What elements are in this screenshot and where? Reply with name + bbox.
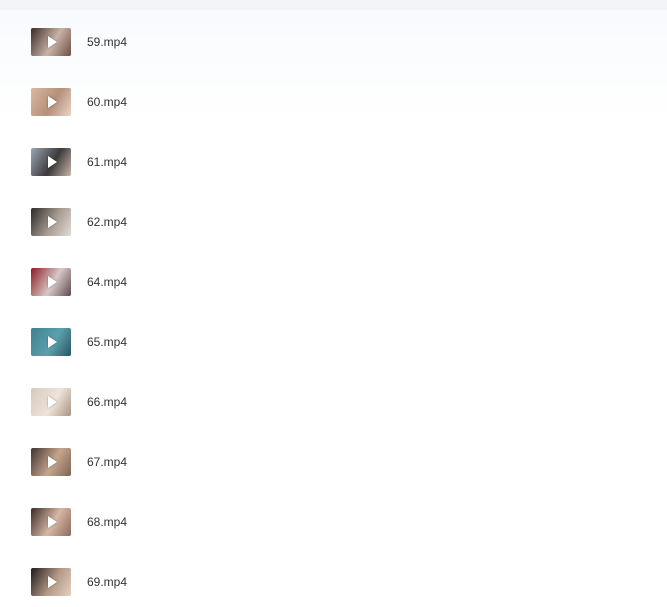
- file-name[interactable]: 69.mp4: [87, 575, 127, 589]
- video-thumbnail[interactable]: [31, 208, 71, 236]
- list-item[interactable]: 59.mp4: [0, 12, 667, 72]
- play-icon: [48, 216, 57, 228]
- list-item[interactable]: 60.mp4: [0, 72, 667, 132]
- file-name[interactable]: 68.mp4: [87, 515, 127, 529]
- video-thumbnail[interactable]: [31, 388, 71, 416]
- list-item[interactable]: 66.mp4: [0, 372, 667, 432]
- play-icon: [48, 96, 57, 108]
- file-name[interactable]: 60.mp4: [87, 95, 127, 109]
- file-name[interactable]: 62.mp4: [87, 215, 127, 229]
- video-thumbnail[interactable]: [31, 328, 71, 356]
- list-item[interactable]: 64.mp4: [0, 252, 667, 312]
- file-name[interactable]: 59.mp4: [87, 35, 127, 49]
- file-name[interactable]: 64.mp4: [87, 275, 127, 289]
- video-thumbnail[interactable]: [31, 268, 71, 296]
- video-thumbnail[interactable]: [31, 568, 71, 596]
- file-name[interactable]: 66.mp4: [87, 395, 127, 409]
- play-icon: [48, 36, 57, 48]
- video-thumbnail[interactable]: [31, 508, 71, 536]
- list-item[interactable]: 62.mp4: [0, 192, 667, 252]
- top-bar: [0, 0, 667, 10]
- play-icon: [48, 276, 57, 288]
- play-icon: [48, 336, 57, 348]
- play-icon: [48, 156, 57, 168]
- file-name[interactable]: 61.mp4: [87, 155, 127, 169]
- list-item[interactable]: 61.mp4: [0, 132, 667, 192]
- list-item[interactable]: 68.mp4: [0, 492, 667, 552]
- list-item[interactable]: 69.mp4: [0, 552, 667, 607]
- list-item[interactable]: 67.mp4: [0, 432, 667, 492]
- play-icon: [48, 396, 57, 408]
- video-thumbnail[interactable]: [31, 148, 71, 176]
- video-file-list: 59.mp4 60.mp4 61.mp4 62.mp4 64.mp4 65.mp…: [0, 12, 667, 607]
- list-item[interactable]: 65.mp4: [0, 312, 667, 372]
- play-icon: [48, 516, 57, 528]
- file-name[interactable]: 67.mp4: [87, 455, 127, 469]
- video-thumbnail[interactable]: [31, 448, 71, 476]
- video-thumbnail[interactable]: [31, 28, 71, 56]
- file-browser-page: 59.mp4 60.mp4 61.mp4 62.mp4 64.mp4 65.mp…: [0, 0, 667, 607]
- video-thumbnail[interactable]: [31, 88, 71, 116]
- file-name[interactable]: 65.mp4: [87, 335, 127, 349]
- play-icon: [48, 576, 57, 588]
- play-icon: [48, 456, 57, 468]
